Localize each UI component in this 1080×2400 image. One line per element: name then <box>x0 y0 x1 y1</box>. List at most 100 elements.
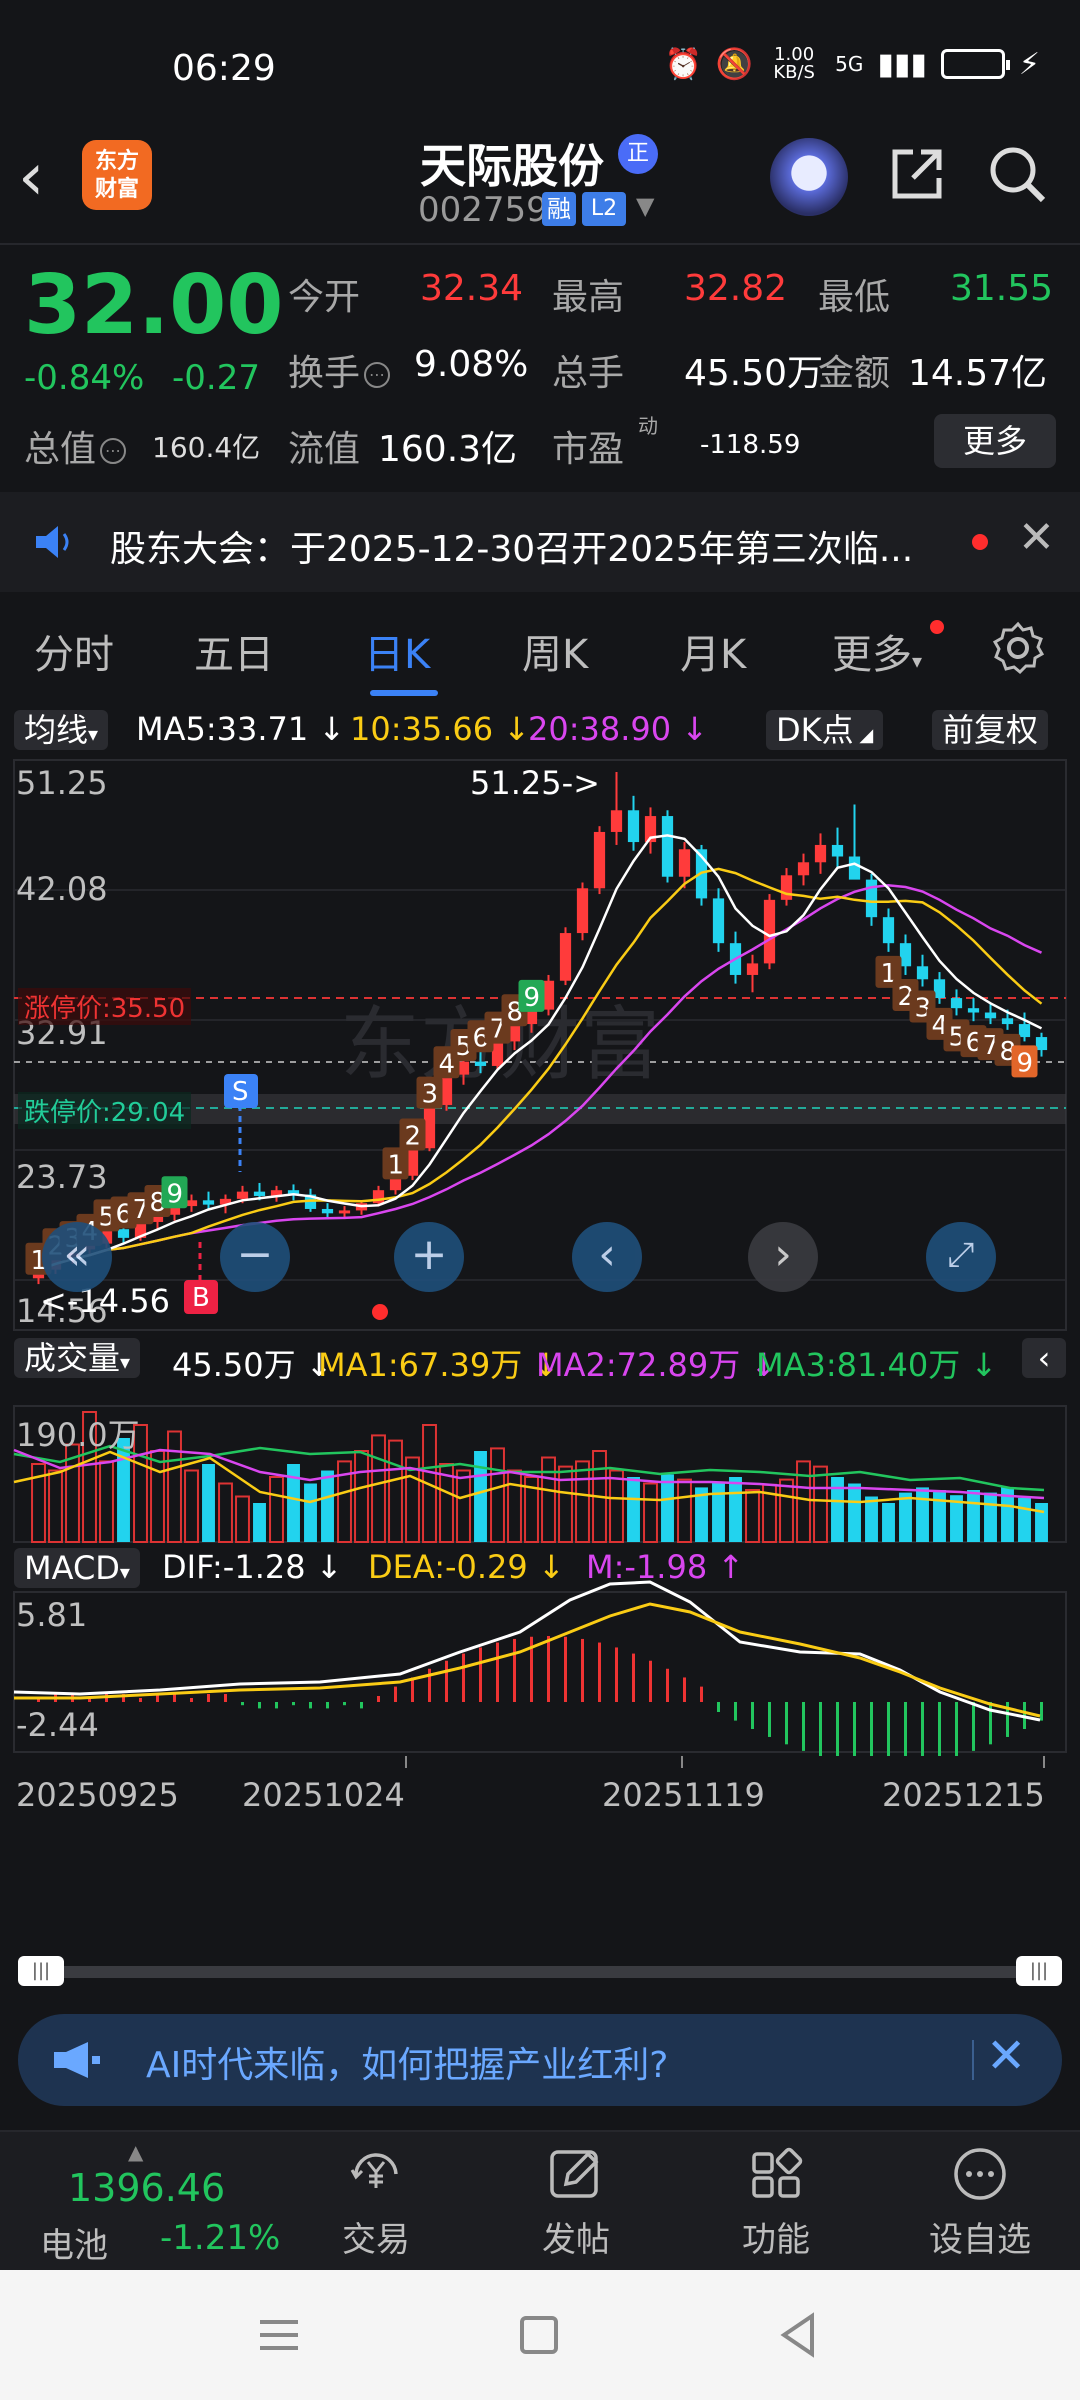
volume-bar <box>558 1465 573 1543</box>
range-handle-right[interactable]: ||| <box>1016 1956 1062 1986</box>
candle-body <box>576 888 589 934</box>
chart-area[interactable]: 东方财富 123456789123456789123456789 S B 均线▾… <box>0 702 1080 1982</box>
candle-body <box>406 1148 419 1176</box>
share-icon[interactable] <box>885 142 949 206</box>
collapse-panel-icon[interactable]: ‹ <box>1022 1338 1066 1378</box>
grid-apps-icon <box>752 2147 803 2198</box>
add-watchlist-button[interactable]: 设自选 <box>900 2146 1060 2261</box>
sector-index-name[interactable]: 电池 <box>40 2218 108 2267</box>
close-icon[interactable]: ✕ <box>1018 512 1055 563</box>
ai-promo-banner[interactable]: AI时代来临，如何把握产业红利? ✕ <box>18 2014 1062 2106</box>
volume-bar <box>643 1482 658 1543</box>
scroll-left-fast-icon[interactable]: « <box>42 1222 112 1292</box>
announcement-text[interactable]: 股东大会：于2025-12-30召开2025年第三次临... <box>110 520 913 572</box>
trade-button[interactable]: 交易 <box>296 2146 456 2261</box>
caret-up-icon[interactable]: ▲ <box>128 2140 143 2164</box>
app-logo[interactable]: 东方 财富 <box>82 140 152 210</box>
volume-bar <box>371 1434 386 1544</box>
peak-label: 51.25-> <box>470 764 600 802</box>
info-icon[interactable]: ⋯ <box>100 438 127 464</box>
sell-marker-text: S <box>232 1077 249 1107</box>
chevron-down-icon[interactable]: ▼ <box>636 192 654 220</box>
close-icon[interactable]: ✕ <box>986 2028 1026 2084</box>
sequence-number: 9 <box>524 983 541 1013</box>
adjust-select[interactable]: 前复权 <box>932 710 1049 750</box>
status-time: 06:29 <box>172 48 276 89</box>
period-tabs: 分时 五日 日K 周K 月K 更多▾ <box>0 592 1080 702</box>
tab-week-k[interactable]: 周K <box>522 622 588 680</box>
info-icon[interactable]: ⋯ <box>364 362 391 388</box>
sector-index-change[interactable]: -1.21% <box>160 2218 280 2258</box>
volume-indicator-select[interactable]: 成交量▾ <box>14 1338 141 1378</box>
tab-more[interactable]: 更多▾ <box>832 622 922 680</box>
scroll-left-button[interactable]: ‹ <box>572 1222 642 1292</box>
zoom-out-button[interactable]: − <box>220 1222 290 1292</box>
indicator-select[interactable]: 均线▾ <box>14 710 109 750</box>
limit-down-label: 跌停价:29.04 <box>18 1092 192 1129</box>
back-nav-icon[interactable] <box>764 2300 834 2370</box>
tab-intraday[interactable]: 分时 <box>34 622 114 680</box>
search-icon[interactable] <box>985 142 1049 206</box>
candle-body <box>899 943 912 967</box>
volume-bar <box>677 1478 692 1543</box>
tab-month-k[interactable]: 月K <box>680 622 746 680</box>
scroll-right-button[interactable]: › <box>748 1222 818 1292</box>
volume-bar <box>729 1477 742 1542</box>
volume-bar <box>575 1460 590 1544</box>
volume-bar <box>627 1477 640 1542</box>
candle-body <box>593 831 606 889</box>
gear-icon[interactable] <box>990 620 1046 676</box>
macd-histogram <box>37 1636 1043 1767</box>
sector-index-value[interactable]: 1396.46 <box>68 2166 225 2210</box>
back-icon[interactable]: ‹ <box>18 142 88 212</box>
new-dot <box>930 620 944 634</box>
more-button[interactable]: 更多 <box>934 414 1056 468</box>
zoom-in-button[interactable]: + <box>394 1222 464 1292</box>
dk-point-toggle[interactable]: DK点 ◢ <box>766 710 884 750</box>
menu-icon[interactable] <box>244 2300 314 2370</box>
status-bar: 06:29 ⏰ 🔕 1.00 KB/S 5G ▮▮▮ ⚡ <box>0 0 1080 130</box>
candle-body <box>185 1200 198 1207</box>
stock-code[interactable]: 002759 <box>418 190 548 230</box>
absolute-change: -0.27 <box>172 358 260 398</box>
candle-body <box>797 862 810 876</box>
volume-bar <box>865 1496 878 1542</box>
header: ‹ 东方 财富 天际股份 正 002759 融 L2 ▼ <box>0 120 1080 245</box>
announcement-bar[interactable]: 股东大会：于2025-12-30召开2025年第三次临... ✕ <box>0 492 1080 592</box>
macd-indicator-select[interactable]: MACD▾ <box>14 1548 140 1588</box>
ma20-value: 20:38.90 ↓ <box>528 710 709 748</box>
total-value-label: 总值 ⋯ <box>24 420 127 472</box>
turnover-label: 换手 ⋯ <box>288 344 391 396</box>
volume-bar <box>609 1469 624 1543</box>
open-label: 今开 <box>288 277 361 318</box>
x-label: 20251024 <box>242 1776 405 1814</box>
ai-banner-text[interactable]: AI时代来临，如何把握产业红利? <box>146 2036 668 2088</box>
candle-body <box>1001 1018 1014 1025</box>
candle-body <box>831 844 844 857</box>
macd-y-bottom: -2.44 <box>16 1706 99 1744</box>
home-icon[interactable] <box>504 2300 574 2370</box>
y-label-2: 42.08 <box>16 870 108 908</box>
unread-dot <box>972 534 988 550</box>
chart-range-slider[interactable] <box>20 1966 1060 1978</box>
functions-button[interactable]: 功能 <box>696 2146 856 2261</box>
ai-robot-icon[interactable] <box>770 138 848 216</box>
sequence-number: 9 <box>1017 1048 1034 1078</box>
macd-frame <box>13 1591 1067 1753</box>
post-button[interactable]: 发帖 <box>496 2146 656 2261</box>
candle-body <box>542 980 555 1010</box>
tab-day-k[interactable]: 日K <box>364 622 430 680</box>
candle-body <box>814 844 827 863</box>
candle-body <box>984 1012 997 1019</box>
network-type: 5G <box>835 52 864 76</box>
amount-label: 金额 <box>818 353 891 394</box>
candle-body <box>746 963 759 975</box>
fullscreen-icon[interactable]: ⤢ <box>926 1222 996 1292</box>
range-handle-left[interactable]: ||| <box>18 1956 64 1986</box>
tab-five-day[interactable]: 五日 <box>194 622 274 680</box>
net-speed: 1.00 KB/S <box>773 44 815 83</box>
float-value: 160.3亿 <box>378 429 518 470</box>
volume-bar <box>184 1469 199 1543</box>
charging-icon: ⚡ <box>1018 46 1040 82</box>
high-label: 最高 <box>552 277 625 318</box>
